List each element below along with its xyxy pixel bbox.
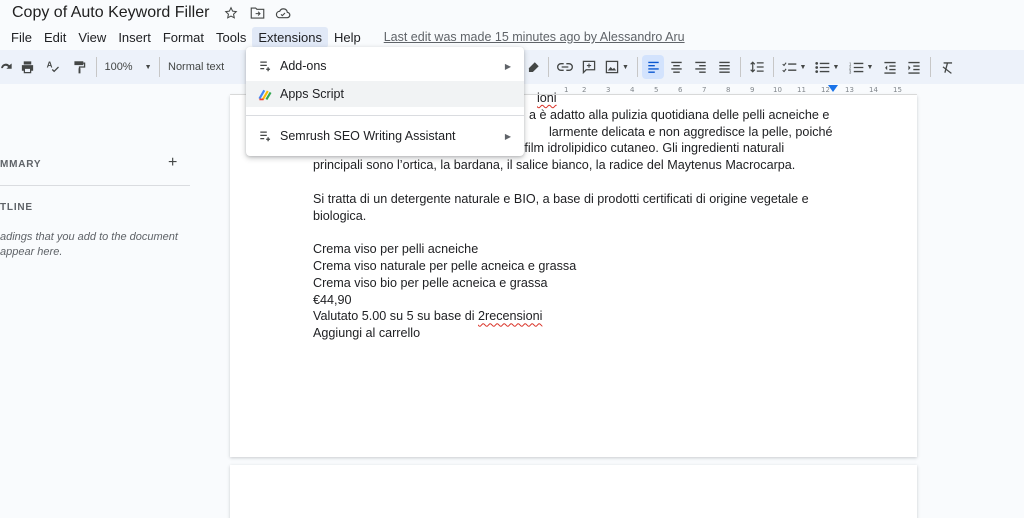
price-line: €44,90 bbox=[313, 292, 352, 307]
add-ons-icon bbox=[258, 129, 272, 143]
insert-image-icon[interactable]: ▼ bbox=[601, 55, 633, 79]
zoom-select[interactable]: 100% ▼ bbox=[101, 55, 155, 79]
cart-line: Aggiungi al carrello bbox=[313, 326, 421, 341]
menu-item-apps-script[interactable]: Apps Script bbox=[246, 81, 524, 107]
ruler-tick: 14 bbox=[869, 86, 878, 94]
zoom-value: 100% bbox=[104, 61, 133, 73]
title-bar: Copy of Auto Keyword Filler bbox=[0, 0, 1024, 26]
numbered-list-icon[interactable]: 123 ▼ bbox=[844, 55, 878, 79]
document-title[interactable]: Copy of Auto Keyword Filler bbox=[12, 4, 209, 22]
line-spacing-icon[interactable] bbox=[745, 55, 769, 79]
toolbar-divider bbox=[773, 57, 774, 77]
partial-heading: ioni bbox=[537, 91, 557, 105]
menu-tools[interactable]: Tools bbox=[210, 27, 252, 48]
bulleted-list-icon[interactable]: ▼ bbox=[810, 55, 844, 79]
list-line1: Crema viso per pelli acneiche bbox=[313, 242, 479, 257]
toolbar-divider bbox=[637, 57, 638, 77]
panel-divider bbox=[0, 185, 190, 186]
add-ons-icon bbox=[258, 59, 272, 73]
list-line2: Crema viso naturale per pelle acneica e … bbox=[313, 258, 577, 273]
chevron-down-icon: ▼ bbox=[832, 63, 840, 71]
menu-bar: File Edit View Insert Format Tools Exten… bbox=[0, 26, 1024, 48]
outline-hint-line1: adings that you add to the document bbox=[0, 231, 178, 243]
menu-item-add-ons[interactable]: Add-ons ▶ bbox=[246, 53, 524, 79]
highlight-icon[interactable] bbox=[522, 55, 544, 79]
apps-script-icon bbox=[258, 87, 272, 101]
align-right-icon[interactable] bbox=[688, 55, 712, 79]
svg-text:3: 3 bbox=[849, 69, 852, 73]
menu-view[interactable]: View bbox=[72, 27, 112, 48]
chevron-down-icon: ▼ bbox=[799, 63, 807, 71]
increase-indent-icon[interactable] bbox=[902, 55, 926, 79]
align-center-icon[interactable] bbox=[664, 55, 688, 79]
menu-item-label: Semrush SEO Writing Assistant bbox=[280, 129, 456, 143]
justify-icon[interactable] bbox=[712, 55, 736, 79]
link-icon[interactable] bbox=[553, 55, 577, 79]
star-icon[interactable] bbox=[223, 5, 239, 21]
summary-label: MMARY bbox=[0, 159, 42, 170]
submenu-arrow-icon: ▶ bbox=[504, 131, 511, 141]
style-select[interactable]: Normal text bbox=[164, 55, 246, 79]
print-icon[interactable] bbox=[14, 55, 40, 79]
title-icons bbox=[223, 5, 291, 21]
paint-format-icon[interactable] bbox=[66, 55, 92, 79]
toolbar-divider bbox=[96, 57, 97, 77]
menu-item-label: Apps Script bbox=[280, 87, 344, 101]
toolbar-divider bbox=[548, 57, 549, 77]
outline-hint: adings that you add to the document appe… bbox=[0, 230, 190, 260]
chevron-down-icon: ▼ bbox=[866, 63, 874, 71]
ruler-tick: 15 bbox=[893, 86, 902, 94]
rating-link: 2recensioni bbox=[478, 309, 543, 324]
para1-line4: principali sono l’ortica, la bardana, il… bbox=[313, 158, 796, 173]
document-page-2[interactable] bbox=[230, 465, 917, 518]
toolbar-divider bbox=[159, 57, 160, 77]
decrease-indent-icon[interactable] bbox=[878, 55, 902, 79]
rating-line: Valutato 5.00 su 5 su base di 2recension… bbox=[313, 308, 833, 325]
menu-help[interactable]: Help bbox=[328, 27, 367, 48]
checklist-icon[interactable]: ▼ bbox=[778, 55, 810, 79]
add-summary-button[interactable]: + bbox=[168, 154, 177, 172]
spellcheck-icon[interactable]: A bbox=[40, 55, 66, 79]
align-left-icon[interactable] bbox=[642, 55, 664, 79]
toolbar-divider bbox=[740, 57, 741, 77]
clear-formatting-icon[interactable] bbox=[935, 55, 959, 79]
ruler-tick: 13 bbox=[845, 86, 854, 94]
menu-edit[interactable]: Edit bbox=[38, 27, 72, 48]
menu-insert[interactable]: Insert bbox=[112, 27, 157, 48]
cloud-status-icon[interactable] bbox=[275, 5, 291, 21]
comment-icon[interactable] bbox=[577, 55, 601, 79]
outline-hint-line2: appear here. bbox=[0, 246, 63, 258]
chevron-down-icon: ▼ bbox=[622, 63, 629, 71]
redo-icon[interactable] bbox=[0, 55, 14, 79]
svg-text:A: A bbox=[46, 61, 52, 70]
ruler-left-margin bbox=[0, 84, 230, 95]
para2-line1: Si tratta di un detergente naturale e BI… bbox=[313, 191, 809, 206]
style-value: Normal text bbox=[168, 61, 225, 73]
para2-line2: biologica. bbox=[313, 208, 367, 223]
rating-prefix: Valutato 5.00 su 5 su base di bbox=[313, 309, 478, 324]
extensions-menu: Add-ons ▶ Apps Script Semrush SEO Writin… bbox=[246, 47, 524, 156]
move-folder-icon[interactable] bbox=[249, 5, 265, 21]
outline-panel: MMARY + TLINE adings that you add to the… bbox=[0, 95, 230, 518]
last-edit-link[interactable]: Last edit was made 15 minutes ago by Ale… bbox=[384, 30, 685, 44]
menu-divider bbox=[246, 115, 524, 116]
submenu-arrow-icon: ▶ bbox=[504, 61, 511, 71]
menu-format[interactable]: Format bbox=[157, 27, 210, 48]
outline-label: TLINE bbox=[0, 202, 33, 213]
list-line3: Crema viso bio per pelle acneica e grass… bbox=[313, 275, 548, 290]
menu-item-label: Add-ons bbox=[280, 59, 327, 73]
toolbar-divider bbox=[930, 57, 931, 77]
menu-item-semrush[interactable]: Semrush SEO Writing Assistant ▶ bbox=[246, 123, 524, 149]
chevron-down-icon: ▼ bbox=[144, 63, 152, 71]
menu-file[interactable]: File bbox=[5, 27, 38, 48]
menu-extensions[interactable]: Extensions bbox=[252, 26, 328, 48]
